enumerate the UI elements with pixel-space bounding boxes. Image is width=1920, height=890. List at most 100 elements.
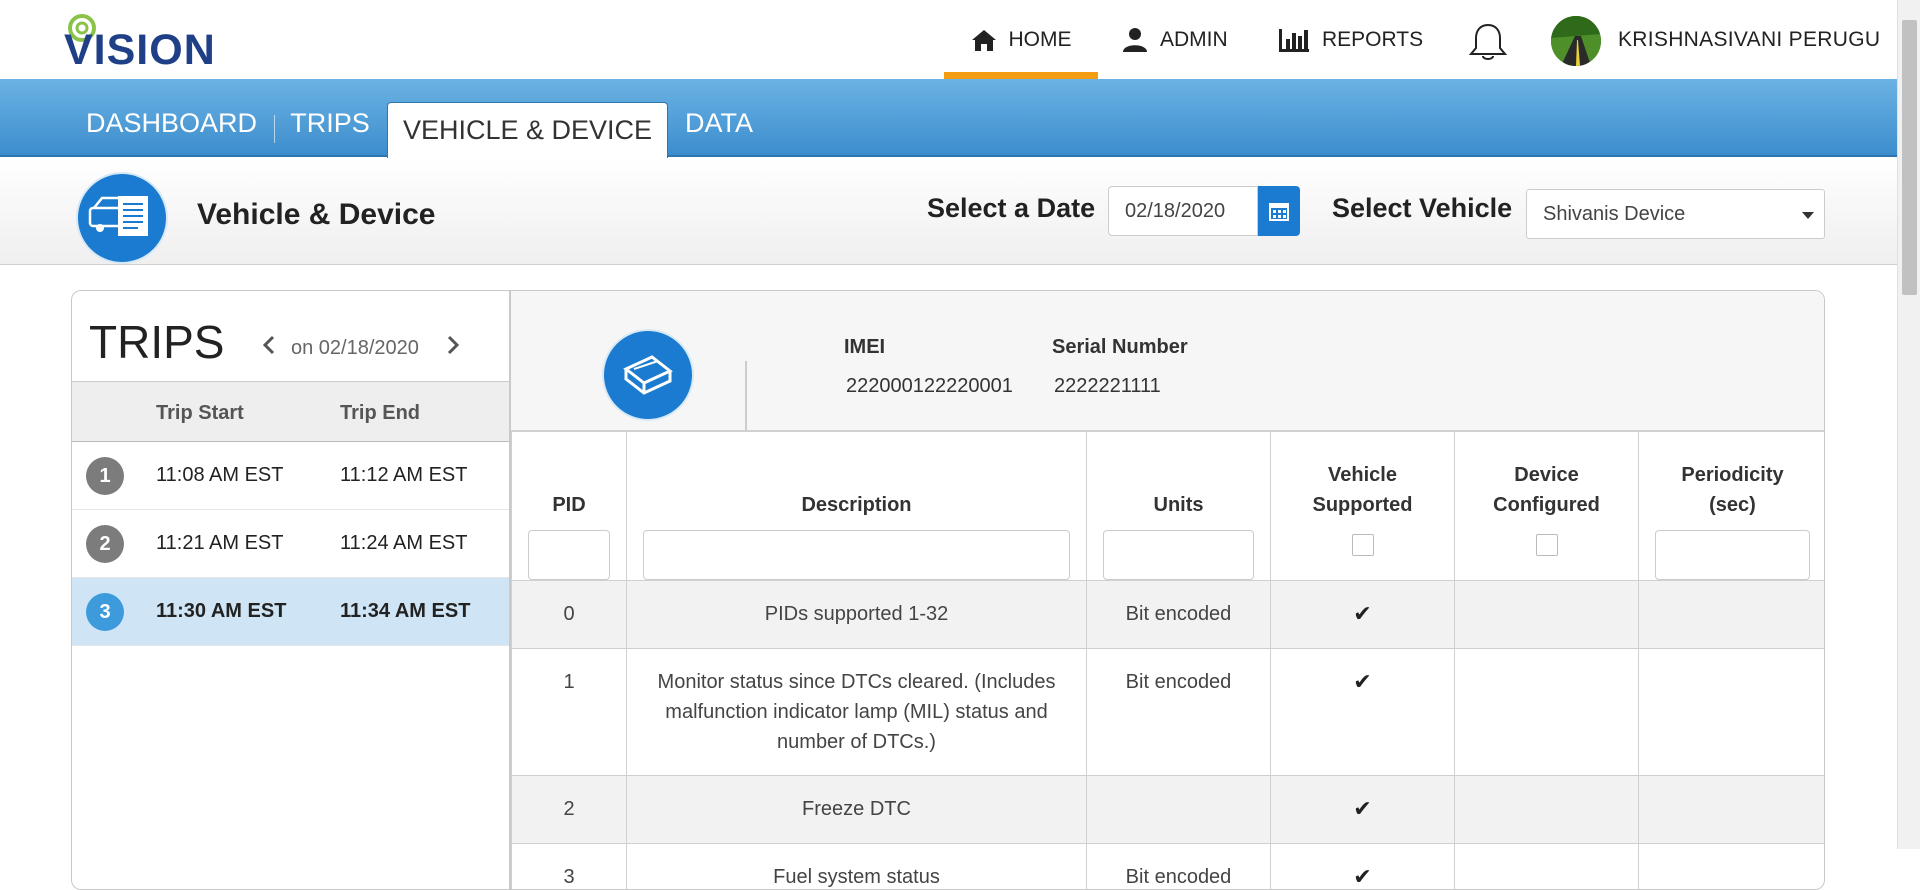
- avatar-image: [1551, 16, 1601, 66]
- trip-start: 11:30 AM EST: [156, 600, 286, 623]
- units-filter-input[interactable]: [1103, 530, 1254, 580]
- calendar-button[interactable]: [1258, 186, 1300, 236]
- periodicity-cell: [1639, 581, 1826, 649]
- description-cell: Freeze DTC: [627, 776, 1087, 844]
- trips-title: TRIPS: [89, 315, 224, 369]
- table-row[interactable]: 0 PIDs supported 1-32 Bit encoded ✔: [512, 581, 1826, 649]
- col-trip-end: Trip End: [340, 402, 420, 425]
- vehicle-label: Select Vehicle: [1332, 193, 1512, 224]
- col-vehicle-supported-label: Supported: [1271, 490, 1454, 520]
- tab-dashboard[interactable]: DASHBOARD: [86, 79, 257, 157]
- username-label[interactable]: KRISHNASIVANI PERUGU: [1618, 28, 1880, 52]
- device-configured-cell: [1455, 649, 1639, 776]
- trips-table-header: Trip Start Trip End: [72, 381, 509, 442]
- date-label: Select a Date: [927, 193, 1095, 224]
- pid-filter-input[interactable]: [528, 530, 610, 580]
- trip-end: 11:24 AM EST: [340, 532, 467, 555]
- col-periodicity: Periodicity (sec): [1639, 432, 1826, 581]
- pid-cell: 2: [512, 776, 627, 844]
- trip-number-badge: 3: [86, 593, 124, 631]
- nav-home[interactable]: HOME: [944, 0, 1098, 79]
- scrollbar-thumb[interactable]: [1902, 20, 1917, 295]
- user-icon: [1122, 27, 1148, 53]
- device-configured-cell: [1455, 844, 1639, 890]
- col-pid: PID: [512, 432, 627, 581]
- nav-admin-label: ADMIN: [1160, 28, 1228, 52]
- trips-date: on 02/18/2020: [291, 337, 419, 360]
- col-device-configured-label: Device: [1455, 460, 1638, 490]
- page-title: Vehicle & Device: [197, 198, 435, 232]
- tab-trips[interactable]: TRIPS: [290, 79, 370, 157]
- checkmark-icon: ✔: [1353, 796, 1371, 821]
- bar-chart-icon: [1278, 27, 1310, 53]
- col-device-configured-label: Configured: [1455, 490, 1638, 520]
- date-input[interactable]: 02/18/2020: [1108, 186, 1258, 236]
- page-header: Vehicle & Device Select a Date 02/18/202…: [0, 158, 1897, 265]
- col-description-label: Description: [801, 494, 911, 516]
- vehicle-supported-filter-checkbox[interactable]: [1352, 534, 1374, 556]
- col-pid-label: PID: [552, 494, 585, 516]
- vehicle-supported-cell: ✔: [1271, 844, 1455, 890]
- trip-row[interactable]: 1 11:08 AM EST 11:12 AM EST: [72, 442, 509, 510]
- table-row[interactable]: 3 Fuel system status Bit encoded ✔: [512, 844, 1826, 890]
- periodicity-cell: [1639, 649, 1826, 776]
- table-row[interactable]: 2 Freeze DTC ✔: [512, 776, 1826, 844]
- vehicle-select[interactable]: Shivanis Device: [1526, 189, 1825, 239]
- device-info-header: IMEI 222000122220001 Serial Number 22222…: [511, 291, 1825, 431]
- chevron-left-icon[interactable]: [259, 333, 279, 357]
- trip-row[interactable]: 2 11:21 AM EST 11:24 AM EST: [72, 510, 509, 578]
- pid-cell: 0: [512, 581, 627, 649]
- device-configured-filter-checkbox[interactable]: [1536, 534, 1558, 556]
- device-panel: IMEI 222000122220001 Serial Number 22222…: [511, 291, 1825, 890]
- tab-vehicle-device[interactable]: VEHICLE & DEVICE: [387, 102, 668, 158]
- periodicity-filter-input[interactable]: [1655, 530, 1810, 580]
- chevron-right-icon[interactable]: [443, 333, 463, 357]
- units-cell: Bit encoded: [1087, 844, 1271, 890]
- device-configured-cell: [1455, 581, 1639, 649]
- notification-bell-icon[interactable]: [1467, 22, 1509, 62]
- tab-data[interactable]: DATA: [684, 79, 754, 157]
- trip-number-badge: 1: [86, 457, 124, 495]
- avatar[interactable]: [1551, 16, 1601, 66]
- vehicle-supported-cell: ✔: [1271, 581, 1455, 649]
- top-bar: VISION HOME ADMIN REPORTS: [0, 0, 1920, 79]
- periodicity-cell: [1639, 776, 1826, 844]
- logo-wordmark: VISION: [64, 26, 216, 75]
- col-periodicity-label: Periodicity: [1655, 460, 1810, 490]
- section-tab-bar: DASHBOARD TRIPS VEHICLE & DEVICE DATA: [0, 79, 1897, 157]
- col-units-label: Units: [1154, 494, 1204, 516]
- page-scrollbar[interactable]: [1897, 0, 1920, 849]
- pid-table: PID Description Units Vehicle Supported: [511, 431, 1825, 890]
- checkmark-icon: ✔: [1353, 669, 1371, 694]
- col-description: Description: [627, 432, 1087, 581]
- divider: [745, 361, 747, 439]
- vision-logo[interactable]: VISION: [64, 14, 244, 66]
- main-card: TRIPS on 02/18/2020 Trip Start Trip End …: [71, 290, 1825, 890]
- vehicle-select-value: Shivanis Device: [1543, 203, 1685, 225]
- trip-end: 11:34 AM EST: [340, 600, 470, 623]
- imei-value: 222000122220001: [846, 375, 1013, 398]
- col-periodicity-label: (sec): [1655, 490, 1810, 520]
- tab-separator: [274, 115, 275, 143]
- device-configured-cell: [1455, 776, 1639, 844]
- nav-reports[interactable]: REPORTS: [1278, 0, 1423, 79]
- col-device-configured: Device Configured: [1455, 432, 1639, 581]
- checkmark-icon: ✔: [1353, 864, 1371, 889]
- description-filter-input[interactable]: [643, 530, 1070, 580]
- calendar-icon: [1269, 201, 1289, 221]
- description-cell: Monitor status since DTCs cleared. (Incl…: [627, 649, 1087, 776]
- trip-row-selected[interactable]: 3 11:30 AM EST 11:34 AM EST: [72, 578, 509, 646]
- units-cell: [1087, 776, 1271, 844]
- device-icon: [602, 329, 694, 421]
- description-cell: Fuel system status: [627, 844, 1087, 890]
- nav-home-label: HOME: [1009, 28, 1072, 52]
- col-vehicle-supported: Vehicle Supported: [1271, 432, 1455, 581]
- pid-cell: 3: [512, 844, 627, 890]
- vehicle-supported-cell: ✔: [1271, 776, 1455, 844]
- col-trip-start: Trip Start: [156, 402, 244, 425]
- description-cell: PIDs supported 1-32: [627, 581, 1087, 649]
- table-row[interactable]: 1 Monitor status since DTCs cleared. (In…: [512, 649, 1826, 776]
- col-units: Units: [1087, 432, 1271, 581]
- nav-admin[interactable]: ADMIN: [1122, 0, 1228, 79]
- vehicle-document-icon: [76, 172, 168, 264]
